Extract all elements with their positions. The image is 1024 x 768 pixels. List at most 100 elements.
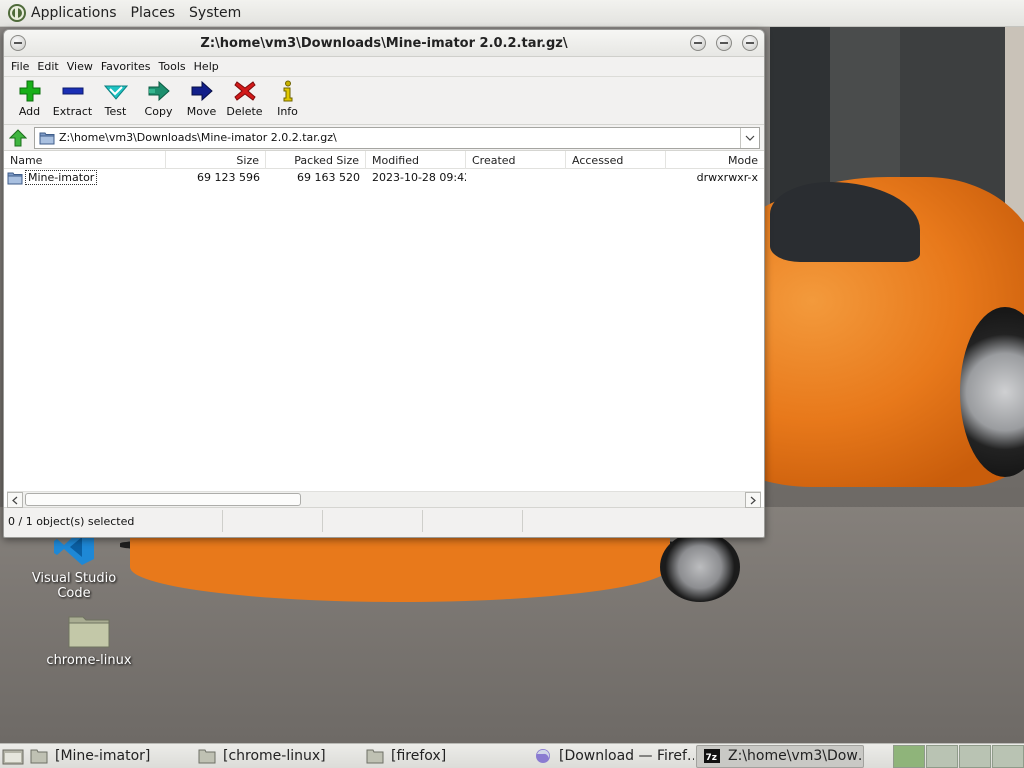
path-dropdown-button[interactable] — [740, 127, 759, 148]
scroll-right-button[interactable] — [745, 492, 761, 508]
task-label: [Mine-imator] — [55, 748, 151, 764]
minus-icon — [62, 87, 83, 95]
scroll-left-button[interactable] — [7, 492, 23, 508]
workspace-2[interactable] — [926, 744, 958, 768]
info-button[interactable]: Info — [266, 77, 309, 123]
close-button[interactable] — [742, 35, 758, 51]
column-header-name[interactable]: Name — [4, 151, 166, 169]
desktop-icon-label: chrome-linux — [46, 653, 132, 668]
column-header-created[interactable]: Created — [466, 151, 566, 169]
extract-button[interactable]: Extract — [51, 77, 94, 123]
column-header-accessed[interactable]: Accessed — [566, 151, 666, 169]
task-chrome-linux[interactable]: [chrome-linux] — [192, 745, 358, 768]
task-label: Z:\home\vm3\Dow… — [728, 748, 864, 764]
svg-text:7z: 7z — [706, 753, 718, 763]
desktop-icon-label: Visual Studio Code — [31, 571, 117, 601]
cell-packed-size: 69 163 520 — [297, 171, 360, 184]
menu-edit[interactable]: Edit — [33, 60, 62, 73]
arrow-up-icon — [9, 128, 27, 146]
address-bar: Z:\home\vm3\Downloads\Mine-imator 2.0.2.… — [4, 125, 764, 151]
chevron-left-icon — [12, 496, 18, 504]
menu-help[interactable]: Help — [190, 60, 223, 73]
folder-icon — [39, 132, 55, 144]
window-title: Z:\home\vm3\Downloads\Mine-imator 2.0.2.… — [200, 36, 568, 51]
task-label: [chrome-linux] — [223, 748, 326, 764]
folder-icon — [68, 616, 110, 648]
menu-favorites[interactable]: Favorites — [97, 60, 155, 73]
toolbar: Add Extract Test Copy Move Delete Info — [4, 77, 764, 125]
horizontal-scrollbar[interactable] — [7, 491, 761, 508]
show-desktop-icon[interactable] — [2, 747, 24, 765]
status-bar: 0 / 1 object(s) selected — [4, 507, 764, 533]
menu-tools[interactable]: Tools — [155, 60, 190, 73]
column-header-modified[interactable]: Modified — [366, 151, 466, 169]
status-packed — [323, 509, 423, 532]
up-folder-button[interactable] — [6, 127, 30, 149]
scroll-track[interactable] — [23, 492, 745, 507]
task-firefox-folder[interactable]: [firefox] — [360, 745, 526, 768]
workspace-3[interactable] — [959, 744, 991, 768]
workspace-switcher — [892, 744, 1024, 768]
file-list[interactable]: Name Size Packed Size Modified Created A… — [4, 151, 764, 508]
chevron-down-icon — [745, 135, 755, 141]
bottom-taskbar: [Mine-imator] [chrome-linux] [firefox] [… — [0, 743, 1024, 768]
arrow-right-icon — [191, 80, 213, 102]
folder-icon — [366, 749, 384, 764]
folder-icon — [198, 749, 216, 764]
desktop-icon-vscode[interactable]: Visual Studio Code — [19, 527, 129, 601]
scroll-thumb[interactable] — [25, 493, 301, 506]
task-firefox-download[interactable]: [Download — Firef… — [528, 745, 694, 768]
system-menu[interactable]: System — [189, 5, 241, 21]
cell-mode: drwxrwxr-x — [696, 171, 758, 184]
workspace-1[interactable] — [893, 744, 925, 768]
status-selection: 0 / 1 object(s) selected — [4, 509, 223, 532]
column-header-size[interactable]: Size — [166, 151, 266, 169]
maximize-button[interactable] — [716, 35, 732, 51]
cell-size: 69 123 596 — [197, 171, 260, 184]
wallpaper-car-front-wheel — [660, 532, 740, 602]
row-name-text: Mine-imator — [25, 170, 98, 185]
folder-icon — [7, 172, 23, 184]
test-button[interactable]: Test — [94, 77, 137, 123]
path-text: Z:\home\vm3\Downloads\Mine-imator 2.0.2.… — [59, 131, 337, 144]
wallpaper-pillar — [770, 27, 830, 207]
places-menu[interactable]: Places — [131, 5, 176, 21]
task-label: [Download — Firef… — [559, 748, 694, 764]
workspace-4[interactable] — [992, 744, 1024, 768]
check-icon — [103, 85, 128, 100]
delete-button[interactable]: Delete — [223, 77, 266, 123]
menu-file[interactable]: File — [7, 60, 33, 73]
cell-name: Mine-imator — [4, 170, 166, 185]
task-label: [firefox] — [391, 748, 447, 764]
window-titlebar[interactable]: Z:\home\vm3\Downloads\Mine-imator 2.0.2.… — [4, 30, 764, 57]
copy-button[interactable]: Copy — [137, 77, 180, 123]
table-row[interactable]: Mine-imator 69 123 596 69 163 520 2023-1… — [4, 169, 764, 186]
folder-icon — [30, 749, 48, 764]
chevron-right-icon — [750, 496, 756, 504]
desktop-icon-chrome-linux[interactable]: chrome-linux — [34, 611, 144, 668]
move-button[interactable]: Move — [180, 77, 223, 123]
task-mine-imator[interactable]: [Mine-imator] — [24, 745, 190, 768]
menubar: File Edit View Favorites Tools Help — [4, 57, 764, 77]
double-arrow-icon — [148, 80, 170, 102]
info-icon — [283, 80, 292, 102]
status-modified — [423, 509, 523, 532]
column-header-packed-size[interactable]: Packed Size — [266, 151, 366, 169]
status-size — [223, 509, 323, 532]
applications-menu[interactable]: Applications — [31, 5, 117, 21]
top-panel: Applications Places System — [0, 0, 1024, 27]
path-input[interactable]: Z:\home\vm3\Downloads\Mine-imator 2.0.2.… — [34, 126, 760, 149]
task-7zip[interactable]: 7z Z:\home\vm3\Dow… — [696, 744, 864, 768]
firefox-icon — [536, 749, 550, 763]
column-header-mode[interactable]: Mode — [666, 151, 764, 169]
x-icon — [233, 81, 256, 101]
column-headers: Name Size Packed Size Modified Created A… — [4, 151, 764, 169]
add-button[interactable]: Add — [8, 77, 51, 123]
7zip-icon: 7z — [704, 749, 720, 763]
menu-view[interactable]: View — [63, 60, 97, 73]
cell-modified: 2023-10-28 09:42 — [372, 171, 466, 184]
plus-icon — [19, 80, 40, 102]
file-manager-window: Z:\home\vm3\Downloads\Mine-imator 2.0.2.… — [3, 29, 765, 538]
minimize-button[interactable] — [690, 35, 706, 51]
distro-logo-icon[interactable] — [7, 3, 27, 23]
